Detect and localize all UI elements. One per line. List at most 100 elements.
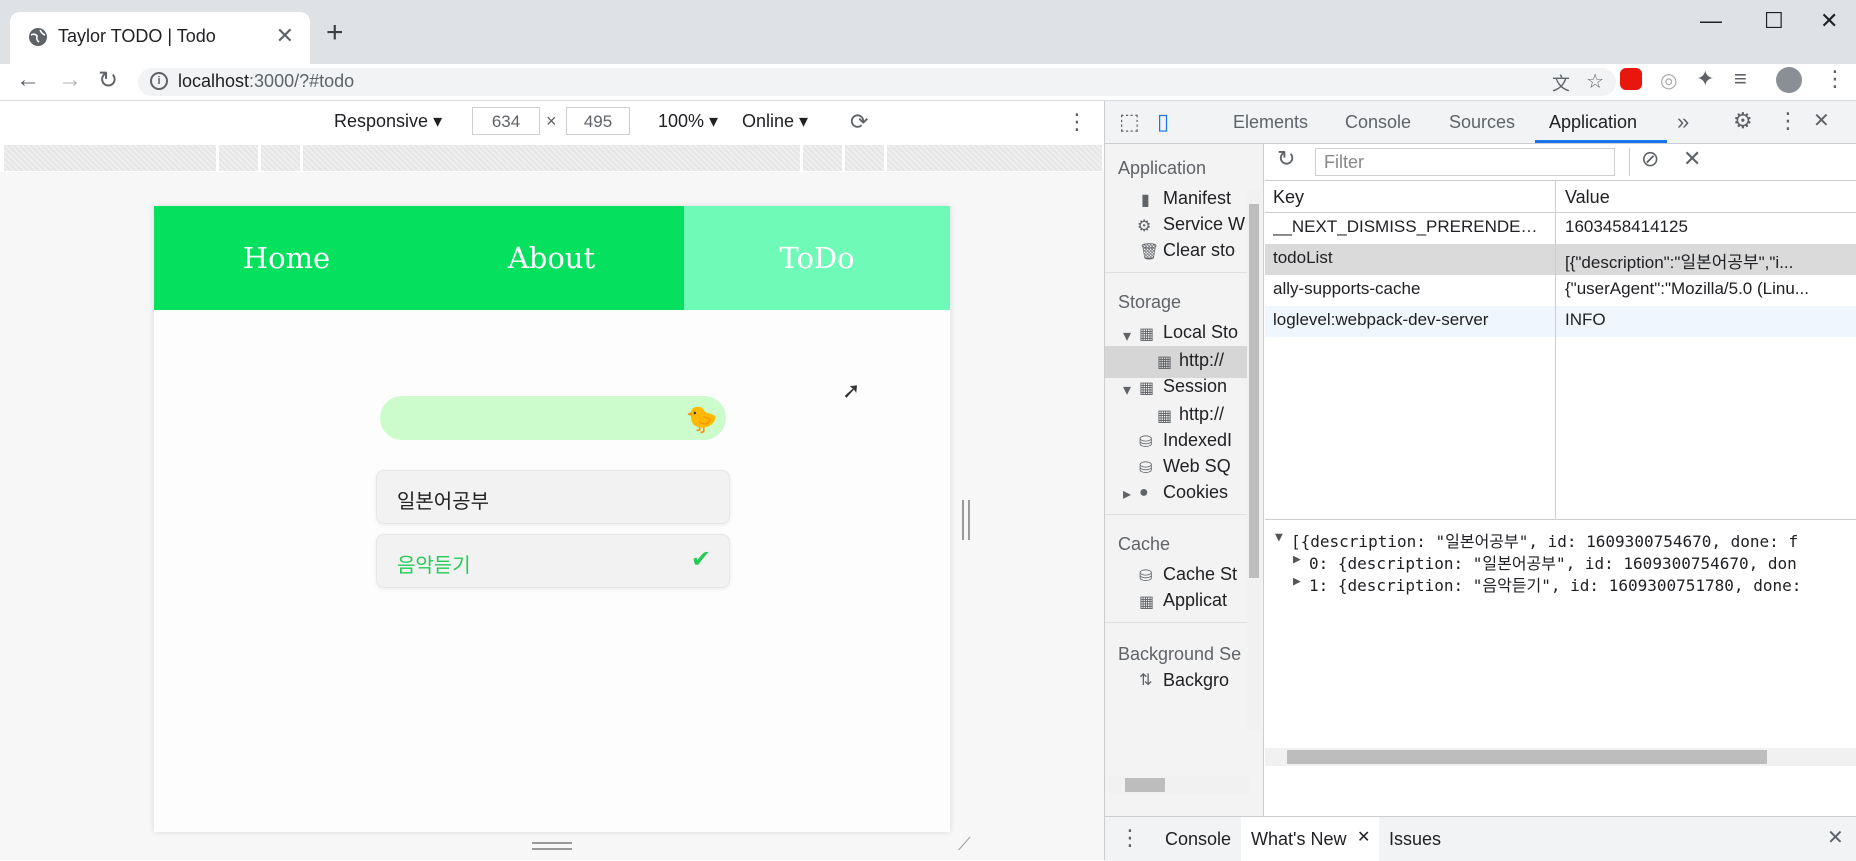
sidebar-item-cache-storage[interactable]: Cache St (1163, 564, 1237, 585)
table-row[interactable]: ally-supports-cache {"userAgent":"Mozill… (1265, 275, 1856, 306)
check-icon[interactable]: ✔ (691, 545, 711, 574)
device-mode-select[interactable]: Responsive ▾ (334, 111, 442, 132)
expand-arrow-icon[interactable]: ▼ (1275, 530, 1283, 545)
minimize-icon[interactable]: — (1700, 8, 1722, 34)
duck-icon[interactable]: 🐤 (686, 404, 718, 435)
sidebar-item-cookies[interactable]: Cookies (1163, 482, 1228, 503)
browser-tab[interactable]: Taylor TODO | Todo ✕ (10, 12, 310, 64)
table-row-selected[interactable]: todoList [{"description":"일본어공부","i... (1265, 244, 1856, 275)
column-value[interactable]: Value (1565, 187, 1610, 208)
globe-icon (29, 28, 47, 46)
nav-home[interactable]: Home (154, 206, 419, 310)
sidebar-item-session-storage-origin[interactable]: http:// (1179, 404, 1224, 425)
viewport-width-input[interactable]: 634 (472, 107, 540, 135)
sidebar-hscroll-thumb[interactable] (1125, 778, 1165, 792)
sidebar-item-background[interactable]: Backgro (1163, 670, 1229, 691)
nav-about[interactable]: About (419, 206, 684, 310)
sidebar-item-application-cache[interactable]: Applicat (1163, 590, 1227, 611)
back-icon[interactable]: ← (16, 66, 40, 94)
preview-line[interactable]: 0: {description: "일본어공부", id: 1609300754… (1309, 550, 1797, 574)
drawer-menu-icon[interactable]: ⋮ (1119, 825, 1141, 851)
devtools-menu-icon[interactable]: ⋮ (1777, 108, 1799, 134)
forward-icon[interactable]: → (58, 66, 82, 94)
column-divider[interactable] (1555, 181, 1556, 519)
url-host: localhost (178, 71, 250, 91)
viewport-height-input[interactable]: 495 (566, 107, 630, 135)
device-toolbar-menu-icon[interactable]: ⋮ (1066, 109, 1088, 135)
more-tabs-icon[interactable]: » (1677, 109, 1689, 135)
rotate-icon[interactable]: ⟳ (850, 109, 868, 135)
preview-hscroll-thumb[interactable] (1287, 750, 1767, 764)
tab-application[interactable]: Application (1549, 112, 1637, 133)
translate-icon[interactable]: 文 (1552, 70, 1570, 96)
column-key[interactable]: Key (1273, 187, 1304, 208)
tab-console[interactable]: Console (1345, 112, 1411, 133)
sidebar-item-local-storage-origin[interactable]: http:// (1179, 350, 1224, 371)
reload-icon[interactable]: ↻ (98, 66, 118, 95)
drawer-tab-console[interactable]: Console (1165, 829, 1231, 850)
todo-input[interactable]: 🐤 (380, 396, 726, 440)
clear-all-icon[interactable]: ⊘ (1641, 146, 1659, 172)
sidebar-item-local-storage[interactable]: Local Sto (1163, 322, 1238, 343)
zoom-label: 100% (658, 111, 705, 131)
site-info-icon[interactable]: i (150, 72, 168, 90)
row-value: {"userAgent":"Mozilla/5.0 (Linu... (1565, 279, 1809, 298)
todo-item-done[interactable]: 음악듣기 ✔ (376, 534, 730, 588)
table-row[interactable]: loglevel:webpack-dev-server INFO (1265, 306, 1856, 337)
inspect-element-icon[interactable]: ⬚ (1119, 109, 1140, 135)
drawer-close-icon[interactable]: ✕ (1827, 825, 1844, 850)
bookmark-star-icon[interactable]: ☆ (1586, 69, 1604, 94)
drawer-tab-whats-new[interactable]: What's New (1251, 829, 1346, 850)
delete-selected-icon[interactable]: ✕ (1683, 146, 1701, 172)
nav-todo[interactable]: ToDo (684, 206, 950, 310)
refresh-icon[interactable]: ↻ (1277, 146, 1295, 172)
adblock-extension-icon[interactable] (1620, 68, 1642, 90)
url-path: :3000/?#todo (249, 71, 355, 91)
viewport-resize-handle-right[interactable] (962, 500, 970, 540)
maximize-icon[interactable]: ☐ (1764, 8, 1784, 34)
zoom-select[interactable]: 100% ▾ (658, 111, 718, 132)
new-tab-button[interactable]: + (326, 16, 344, 50)
sidebar-item-web-sql[interactable]: Web SQ (1163, 456, 1231, 477)
tab-close-icon[interactable]: ✕ (276, 23, 294, 49)
sidebar-item-service-workers[interactable]: Service W (1163, 214, 1245, 235)
table-row[interactable]: __NEXT_DISMISS_PRERENDER_... 16034584141… (1265, 213, 1856, 244)
network-throttle-select[interactable]: Online ▾ (742, 111, 808, 132)
viewport-resize-handle-bottom[interactable] (532, 842, 572, 850)
sidebar-item-indexeddb[interactable]: IndexedI (1163, 430, 1232, 451)
drawer-tab-issues[interactable]: Issues (1389, 829, 1441, 850)
table-header: Key Value (1265, 181, 1856, 213)
browser-toolbar: ← → ↻ i localhost:3000/?#todo 文 ☆ ◎ ✦ ≡ … (0, 64, 1856, 100)
expand-arrow-icon[interactable]: ▾ (1123, 380, 1131, 400)
media-controls-icon[interactable]: ≡ (1734, 66, 1747, 92)
table-icon: ▦ (1139, 594, 1155, 611)
sidebar-scroll-thumb[interactable] (1249, 204, 1259, 578)
expand-arrow-icon[interactable]: ▾ (1123, 326, 1131, 346)
preview-line[interactable]: 1: {description: "음악듣기", id: 16093007517… (1309, 572, 1801, 596)
collapse-arrow-icon[interactable]: ▶ (1293, 574, 1301, 589)
extension-icon[interactable]: ◎ (1660, 68, 1677, 93)
media-query-ruler[interactable] (4, 145, 1102, 171)
collapse-arrow-icon[interactable]: ▶ (1293, 552, 1301, 567)
devtools-close-icon[interactable]: ✕ (1813, 108, 1830, 133)
sidebar-item-manifest[interactable]: Manifest (1163, 188, 1231, 209)
viewport-corner-resize-icon[interactable]: ⟋ (958, 834, 971, 855)
application-sidebar: Application ▮ Manifest ⚙ Service W 🗑 Cle… (1105, 144, 1264, 816)
drawer-tab-close-icon[interactable]: ✕ (1357, 827, 1370, 847)
devtools-panel: ⬚ ▯ Elements Console Sources Application… (1104, 101, 1856, 861)
device-toggle-icon[interactable]: ▯ (1157, 109, 1169, 135)
browser-menu-icon[interactable]: ⋮ (1824, 66, 1846, 92)
todo-item[interactable]: 일본어공부 (376, 470, 730, 524)
settings-gear-icon[interactable]: ⚙ (1733, 108, 1753, 134)
address-bar[interactable]: i localhost:3000/?#todo 文 ☆ (138, 68, 1616, 96)
sidebar-item-session-storage[interactable]: Session (1163, 376, 1227, 397)
sidebar-item-clear-storage[interactable]: Clear sto (1163, 240, 1235, 261)
window-close-icon[interactable]: ✕ (1820, 8, 1838, 34)
tab-sources[interactable]: Sources (1449, 112, 1515, 133)
extensions-puzzle-icon[interactable]: ✦ (1696, 66, 1714, 92)
profile-avatar[interactable] (1776, 67, 1802, 93)
filter-input[interactable]: Filter (1315, 148, 1615, 176)
collapse-arrow-icon[interactable]: ▸ (1123, 484, 1131, 504)
tab-elements[interactable]: Elements (1233, 112, 1308, 133)
preview-line[interactable]: [{description: "일본어공부", id: 160930075467… (1291, 528, 1798, 552)
